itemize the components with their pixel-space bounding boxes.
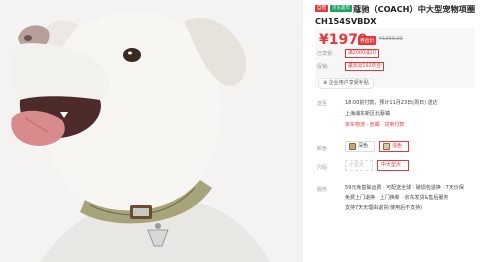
color-option-dark[interactable]: 深色 [345, 141, 375, 152]
delivery-label: 送至 [317, 101, 328, 107]
original-price: ¥1999.00 [379, 36, 403, 42]
size-option-medium-large[interactable]: 中大型犬 [377, 160, 409, 171]
product-title: 蔻驰（COACH）中大型宠物项圈 CH154SVBDX [315, 4, 476, 26]
color-label: 颜色 [317, 146, 328, 152]
swatch-icon [349, 143, 356, 150]
size-option-label: 中大型犬 [381, 162, 402, 168]
color-option-label: 深色 [358, 143, 369, 149]
benefit-text: 企业用户享受补贴 [328, 80, 369, 86]
enterprise-benefit-chip[interactable]: ⊕ 企业用户享受补贴 [318, 78, 374, 89]
promo-applied-value[interactable]: 满2000减20 [345, 49, 379, 58]
product-page: 自营 京东超市 蔻驰（COACH）中大型宠物项圈 CH154SVBDX ♡ ¥1… [0, 0, 480, 262]
promo-label-applied: 已享受: [317, 51, 334, 57]
service-line-2: 免费上门退换 · 上门换新 · 京东发货&售后服务 [345, 195, 449, 201]
service-line-1: 59元免基础运费 · 可配送全球 · 破损包退换 · 7天价保 [345, 185, 464, 191]
service-label: 服务 [317, 187, 328, 193]
delivery-eta: 18:00前付款，预计11月23日(周日) 送达 [345, 100, 438, 106]
color-option-label: 浅色 [392, 143, 403, 149]
coupon-price-badge: 券后价 [358, 36, 377, 45]
promo-value[interactable]: 最高返192京豆 [345, 62, 385, 71]
size-option-small[interactable]: 小型犬 [345, 160, 373, 171]
color-option-light[interactable]: 浅色 [379, 141, 409, 152]
delivery-address[interactable]: 上海浦东新区北蔡镇 [345, 110, 390, 118]
size-option-label: 小型犬 [349, 162, 365, 168]
swatch-icon [383, 143, 390, 150]
service-line-3: 支持7天无理由退货(使用后不支持) [345, 205, 423, 211]
delivery-services: 京东物流 · 包邮 · 货到付款 [345, 122, 405, 128]
dog-photo [0, 0, 303, 262]
product-info-panel: 自营 京东超市 蔻驰（COACH）中大型宠物项圈 CH154SVBDX ♡ ¥1… [303, 0, 480, 262]
promo-label: 促销: [317, 64, 329, 70]
product-image[interactable] [0, 0, 303, 262]
size-label: 尺码 [317, 165, 328, 171]
